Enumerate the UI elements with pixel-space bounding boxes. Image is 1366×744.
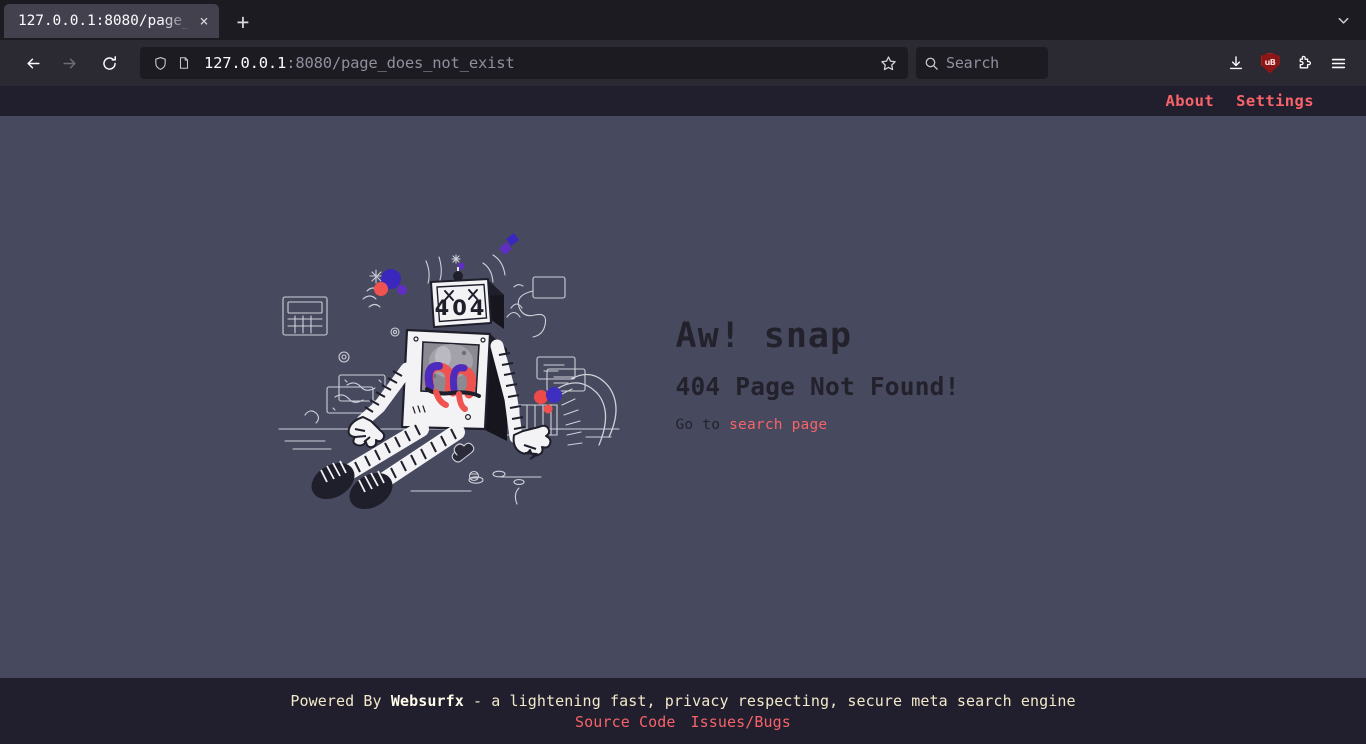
- page-viewport: About Settings 404 Aw! snap 404 Page Not…: [0, 86, 1366, 744]
- site-header-nav: About Settings: [0, 86, 1366, 116]
- star-icon[interactable]: [874, 50, 902, 76]
- robot-screen-404: 404: [434, 296, 487, 320]
- go-to-prefix: Go to: [675, 416, 730, 433]
- download-icon[interactable]: [1220, 47, 1252, 79]
- ublock-badge: uB: [1260, 52, 1280, 74]
- search-icon: [924, 56, 939, 71]
- brand-name: Websurfx: [390, 691, 464, 710]
- chevron-down-icon[interactable]: [1328, 6, 1358, 34]
- footer-link-source-code[interactable]: Source Code: [575, 713, 675, 731]
- broken-robot-404-illustration: 404: [271, 229, 626, 519]
- go-to-search-text: Go to search page: [676, 417, 1096, 433]
- toolbar-right-group: uB: [1220, 47, 1358, 79]
- error-text-block: Aw! snap 404 Page Not Found! Go to searc…: [676, 315, 1096, 433]
- tab-title: 127.0.0.1:8080/page_d: [18, 13, 193, 29]
- error-block: 404 Aw! snap 404 Page Not Found! Go to s…: [271, 229, 1096, 519]
- puzzle-piece-icon[interactable]: [1288, 47, 1320, 79]
- browser-tab[interactable]: 127.0.0.1:8080/page_d ×: [4, 4, 219, 38]
- nav-link-settings[interactable]: Settings: [1236, 92, 1314, 110]
- footer-tagline-text: - a lightening fast, privacy respecting,…: [463, 691, 1076, 710]
- error-subtitle: 404 Page Not Found!: [675, 371, 960, 401]
- back-arrow-icon[interactable]: [16, 47, 50, 79]
- shield-icon[interactable]: [150, 53, 170, 73]
- close-icon[interactable]: ×: [193, 10, 215, 32]
- url-host: 127.0.0.1: [204, 54, 287, 72]
- page-title: Aw! snap: [675, 316, 853, 357]
- footer-powered-prefix: Powered By: [290, 691, 391, 710]
- reload-icon[interactable]: [92, 47, 126, 79]
- navigation-toolbar: 127.0.0.1:8080/page_does_not_exist Searc…: [0, 40, 1366, 86]
- page-document-icon[interactable]: [174, 53, 194, 73]
- url-bar[interactable]: 127.0.0.1:8080/page_does_not_exist: [140, 47, 908, 79]
- nav-link-about[interactable]: About: [1165, 92, 1214, 110]
- search-bar[interactable]: Search: [916, 47, 1048, 79]
- browser-chrome: 127.0.0.1:8080/page_d × + 127.0.0.1:8080…: [0, 0, 1366, 86]
- search-page-link[interactable]: search page: [729, 417, 827, 433]
- footer-link-issues-bugs[interactable]: Issues/Bugs: [691, 713, 791, 731]
- url-path: :8080/page_does_not_exist: [286, 54, 515, 72]
- forward-arrow-icon: [52, 47, 86, 79]
- main-content: 404 Aw! snap 404 Page Not Found! Go to s…: [0, 116, 1366, 678]
- site-footer: Powered By Websurfx - a lightening fast,…: [0, 678, 1366, 744]
- ublock-origin-icon[interactable]: uB: [1254, 47, 1286, 79]
- new-tab-button[interactable]: +: [227, 6, 259, 38]
- search-input[interactable]: Search: [946, 54, 999, 72]
- footer-tagline: Powered By Websurfx - a lightening fast,…: [290, 692, 1075, 710]
- url-text: 127.0.0.1:8080/page_does_not_exist: [204, 54, 874, 72]
- footer-links: Source Code Issues/Bugs: [575, 713, 791, 731]
- hamburger-menu-icon[interactable]: [1322, 47, 1354, 79]
- tab-strip: 127.0.0.1:8080/page_d × +: [0, 0, 1366, 40]
